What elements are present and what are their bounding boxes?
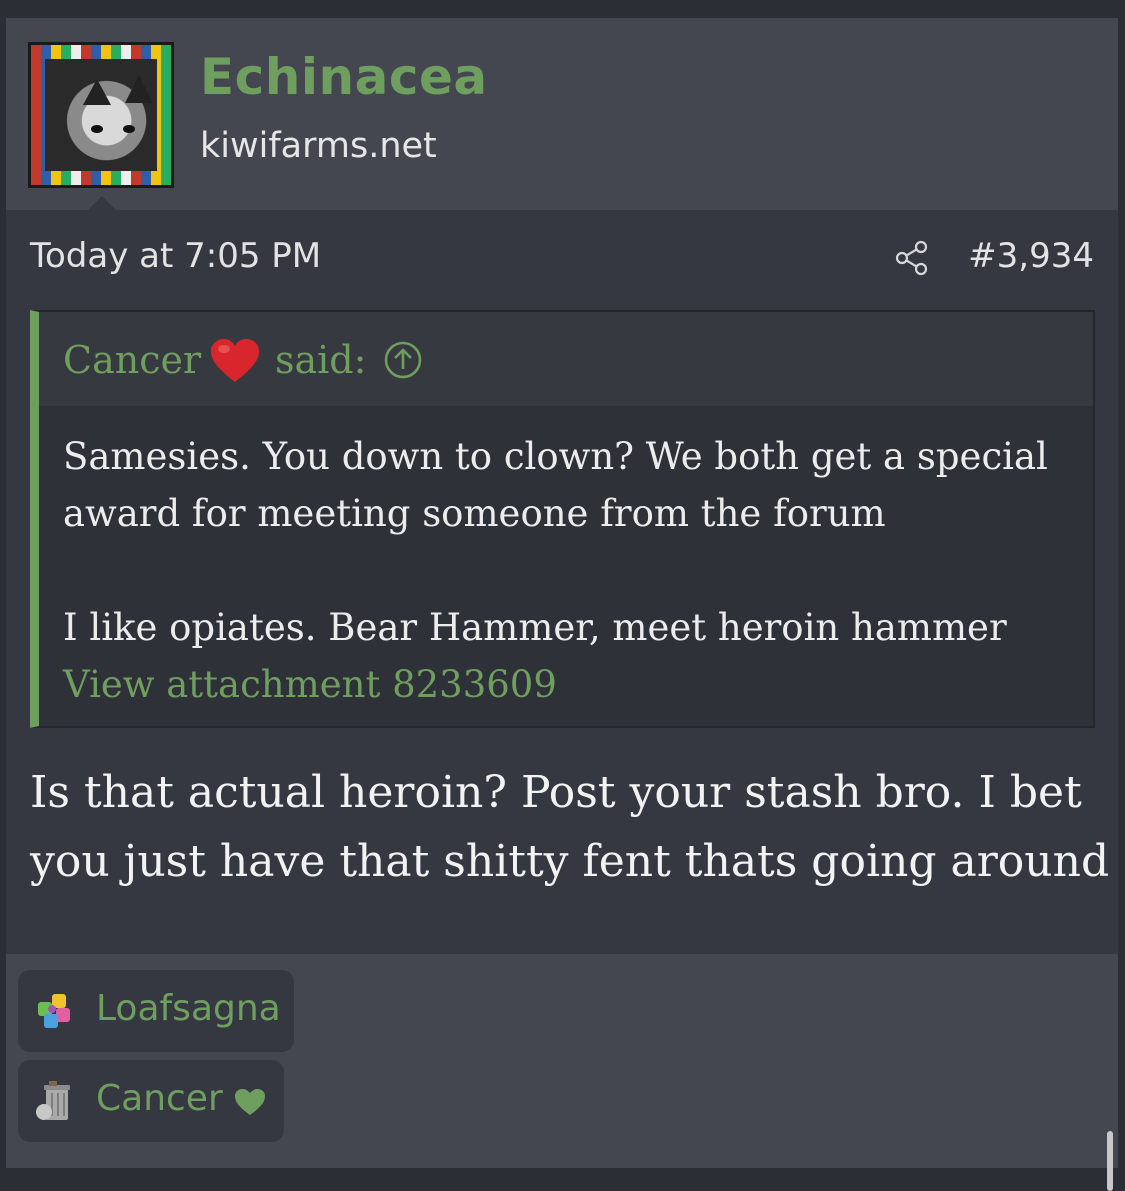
red-heart-icon [211,339,259,382]
reaction-item[interactable]: Cancer [18,1060,284,1142]
post-date[interactable]: Today at 7:05 PM [30,236,321,276]
arrow-up-circle-icon[interactable] [383,340,423,380]
post-meta: Today at 7:05 PM #3,934 [6,210,1118,310]
cat-avatar-icon[interactable] [28,42,174,188]
quote-line: I like opiates. Bear Hammer, meet heroin… [63,606,1007,649]
quote-author[interactable]: Cancer [63,338,201,382]
forum-post: Echinacea kiwifarms.net Today at 7:05 PM… [6,18,1118,1168]
post-number[interactable]: #3,934 [968,236,1094,276]
share-icon[interactable] [894,240,930,276]
reaction-user[interactable]: Cancer [96,1078,223,1119]
quote-line: Samesies. You down to clown? We both get… [63,435,1048,535]
scrollbar[interactable] [1107,1131,1113,1191]
quote-said-label: said: [275,338,367,382]
quote-block: Cancer said: Samesies. You down to clown… [30,310,1095,728]
reaction-item[interactable]: Loafsagna [18,970,294,1052]
user-title: kiwifarms.net [200,126,437,166]
puzzle-piece-icon [38,994,70,1028]
post-user-header: Echinacea kiwifarms.net [6,18,1118,210]
trash-can-icon [36,1081,70,1120]
quote-body: Samesies. You down to clown? We both get… [63,428,1073,713]
reaction-user[interactable]: Loafsagna [96,988,281,1029]
green-heart-icon [235,1089,265,1115]
username[interactable]: Echinacea [200,48,488,106]
post-body-text: Is that actual heroin? Post your stash b… [30,767,1110,887]
avatar-cat-image [45,59,157,171]
reactions-bar: Loafsagna Cancer [6,954,1118,1168]
attachment-link[interactable]: View attachment 8233609 [63,656,1073,713]
header-notch [88,196,116,210]
quote-header: Cancer said: [39,312,1093,406]
